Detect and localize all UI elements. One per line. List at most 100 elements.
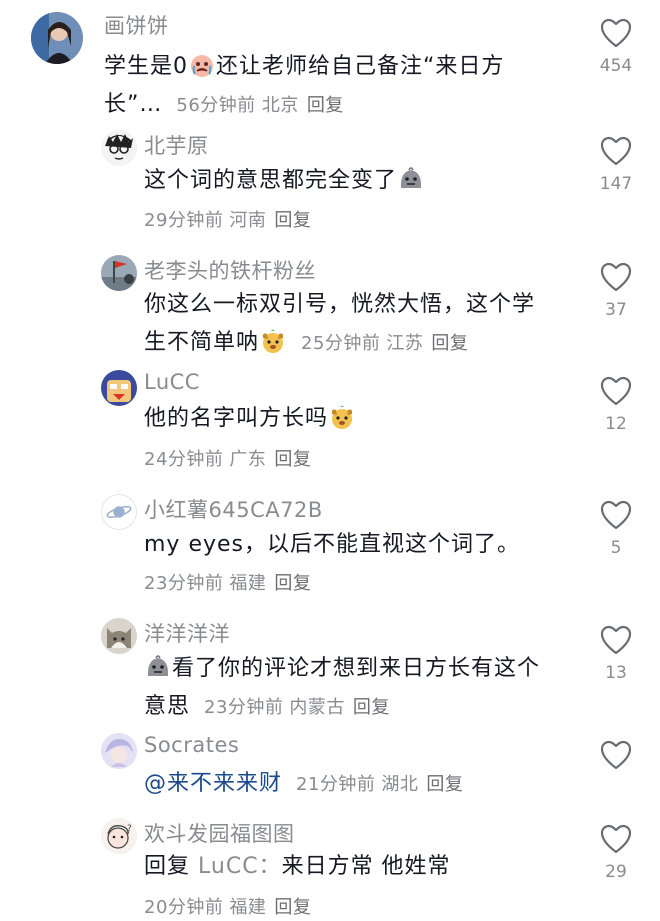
comment-time: 20分钟前 bbox=[144, 897, 224, 918]
like-count: 147 bbox=[599, 174, 633, 194]
heart-outline-icon[interactable] bbox=[600, 500, 632, 530]
comment-location: 江苏 bbox=[386, 333, 424, 354]
planet-icon bbox=[106, 506, 132, 518]
user-photo-icon bbox=[31, 12, 83, 64]
comment-text-line: 意思 bbox=[144, 694, 191, 719]
comment-text-line: 生不简单呐 bbox=[144, 330, 260, 355]
comment-location: 福建 bbox=[229, 897, 267, 918]
comment-text-line: 看了你的评论才想到来日方长有这个 bbox=[172, 656, 541, 681]
yellow-puppy-emoji bbox=[260, 328, 286, 354]
comment-text-part: 来日方常 他姓常 bbox=[281, 854, 451, 879]
comment-text: 学生是0 还让老师给自己备注“来日方长”… 56分钟前 北京 回复 bbox=[104, 48, 554, 125]
like-control[interactable]: 454 bbox=[586, 18, 646, 76]
heart-outline-icon[interactable] bbox=[600, 376, 632, 406]
reply-button[interactable]: 回复 bbox=[426, 774, 463, 795]
like-count: 5 bbox=[610, 538, 622, 558]
reply-button[interactable]: 回复 bbox=[274, 210, 311, 231]
comment-meta: 23分钟前 内蒙古 回复 bbox=[204, 697, 390, 718]
heart-outline-icon[interactable] bbox=[600, 136, 632, 166]
comment-meta: 20分钟前 福建 回复 bbox=[144, 893, 311, 919]
comment-meta: 24分钟前 广东 回复 bbox=[144, 445, 311, 471]
comment-time: 29分钟前 bbox=[144, 210, 224, 231]
avatar[interactable] bbox=[101, 370, 137, 406]
avatar[interactable] bbox=[101, 255, 137, 291]
like-count: 454 bbox=[599, 56, 633, 76]
cartoon-face-icon bbox=[101, 130, 137, 166]
reply-button[interactable]: 回复 bbox=[274, 897, 311, 918]
comment-text: @来不来来财 21分钟前 湖北 回复 bbox=[144, 765, 574, 804]
comment-location: 内蒙古 bbox=[289, 697, 345, 718]
heart-outline-icon[interactable] bbox=[600, 18, 632, 48]
comment-location: 湖北 bbox=[381, 774, 419, 795]
comment-text: 看了你的评论才想到来日方长有这个 意思 23分钟前 内蒙古 回复 bbox=[144, 650, 574, 727]
flag-scene-icon bbox=[101, 255, 137, 291]
comment-username[interactable]: 小红薯645CA72B bbox=[144, 494, 323, 524]
reply-button[interactable]: 回复 bbox=[353, 697, 390, 718]
comment-text-part: my eyes，以后不能直视这个词了。 bbox=[144, 532, 520, 557]
comment-text-line: 你这么一标双引号，恍然大悟，这个学 bbox=[144, 292, 536, 317]
comment-location: 福建 bbox=[229, 573, 267, 594]
mention-link[interactable]: @来不来来财 bbox=[144, 771, 282, 796]
comment-location: 河南 bbox=[229, 210, 267, 231]
reply-button[interactable]: 回复 bbox=[431, 333, 468, 354]
like-control[interactable]: 37 bbox=[586, 262, 646, 320]
avatar[interactable] bbox=[101, 130, 137, 166]
comment-username[interactable]: 北芋原 bbox=[144, 130, 209, 160]
comment-username[interactable]: 画饼饼 bbox=[104, 10, 169, 40]
comment-time: 23分钟前 bbox=[204, 697, 284, 718]
like-count: 29 bbox=[605, 862, 627, 882]
like-control[interactable]: 12 bbox=[586, 376, 646, 434]
like-count: 37 bbox=[605, 300, 627, 320]
comment-text-part: 这个词的意思都完全变了 bbox=[144, 168, 398, 193]
like-control[interactable]: 29 bbox=[586, 824, 646, 882]
crying-face-emoji bbox=[189, 52, 215, 78]
reply-button[interactable]: 回复 bbox=[274, 449, 311, 470]
comment-time: 24分钟前 bbox=[144, 449, 224, 470]
cartoon-bird-icon bbox=[101, 370, 137, 406]
cat-photo-icon bbox=[101, 618, 137, 654]
like-count: 13 bbox=[605, 663, 627, 683]
comment-username[interactable]: 老李头的铁杆粉丝 bbox=[144, 255, 316, 285]
comment-meta: 25分钟前 江苏 回复 bbox=[301, 333, 468, 354]
heart-outline-icon[interactable] bbox=[600, 262, 632, 292]
comment-meta: 56分钟前 北京 回复 bbox=[176, 95, 343, 116]
comment-meta: 29分钟前 河南 回复 bbox=[144, 206, 311, 232]
sketch-face-icon: ? bbox=[101, 818, 137, 854]
avatar[interactable] bbox=[31, 12, 83, 64]
comment-username[interactable]: 欢斗发园福图图 bbox=[144, 818, 295, 848]
reply-target-user[interactable]: LuCC： bbox=[198, 854, 282, 879]
heart-outline-icon[interactable] bbox=[600, 740, 632, 770]
avatar[interactable] bbox=[101, 733, 137, 769]
comment-text: my eyes，以后不能直视这个词了。 bbox=[144, 526, 574, 564]
svg-text:?: ? bbox=[127, 824, 132, 834]
comment-thread: 画饼饼 学生是0 还让老师给自己备注“来日方长”… 56分钟前 北京 回复 454 北… bbox=[0, 0, 660, 921]
comment-text: 他的名字叫方长吗 bbox=[144, 400, 564, 438]
comment-username[interactable]: 洋洋洋洋 bbox=[144, 618, 230, 648]
like-control[interactable]: 5 bbox=[586, 500, 646, 558]
avatar[interactable]: ? bbox=[101, 818, 137, 854]
comment-text-part: 学生是0 bbox=[104, 54, 188, 79]
comment-time: 21分钟前 bbox=[296, 774, 376, 795]
comment-meta: 23分钟前 福建 回复 bbox=[144, 569, 311, 595]
heart-outline-icon[interactable] bbox=[600, 625, 632, 655]
comment-location: 广东 bbox=[229, 449, 267, 470]
comment-time: 56分钟前 bbox=[176, 95, 256, 116]
like-control[interactable]: 147 bbox=[586, 136, 646, 194]
anime-avatar-icon bbox=[101, 733, 137, 769]
like-control[interactable]: 13 bbox=[586, 625, 646, 683]
comment-text-part: 他的名字叫方长吗 bbox=[144, 406, 329, 431]
grey-blob-emoji bbox=[398, 166, 424, 192]
like-count: 12 bbox=[605, 414, 627, 434]
heart-outline-icon[interactable] bbox=[600, 824, 632, 854]
reply-button[interactable]: 回复 bbox=[307, 95, 344, 116]
comment-username[interactable]: Socrates bbox=[144, 733, 239, 757]
avatar[interactable] bbox=[101, 494, 137, 530]
grey-blob-emoji bbox=[145, 654, 171, 680]
comment-username[interactable]: LuCC bbox=[144, 370, 200, 394]
like-control[interactable] bbox=[586, 740, 646, 778]
comment-time: 23分钟前 bbox=[144, 573, 224, 594]
reply-button[interactable]: 回复 bbox=[274, 573, 311, 594]
comment-text: 这个词的意思都完全变了 bbox=[144, 162, 564, 200]
avatar[interactable] bbox=[101, 618, 137, 654]
comment-text: 回复 LuCC：来日方常 他姓常 bbox=[144, 848, 574, 886]
